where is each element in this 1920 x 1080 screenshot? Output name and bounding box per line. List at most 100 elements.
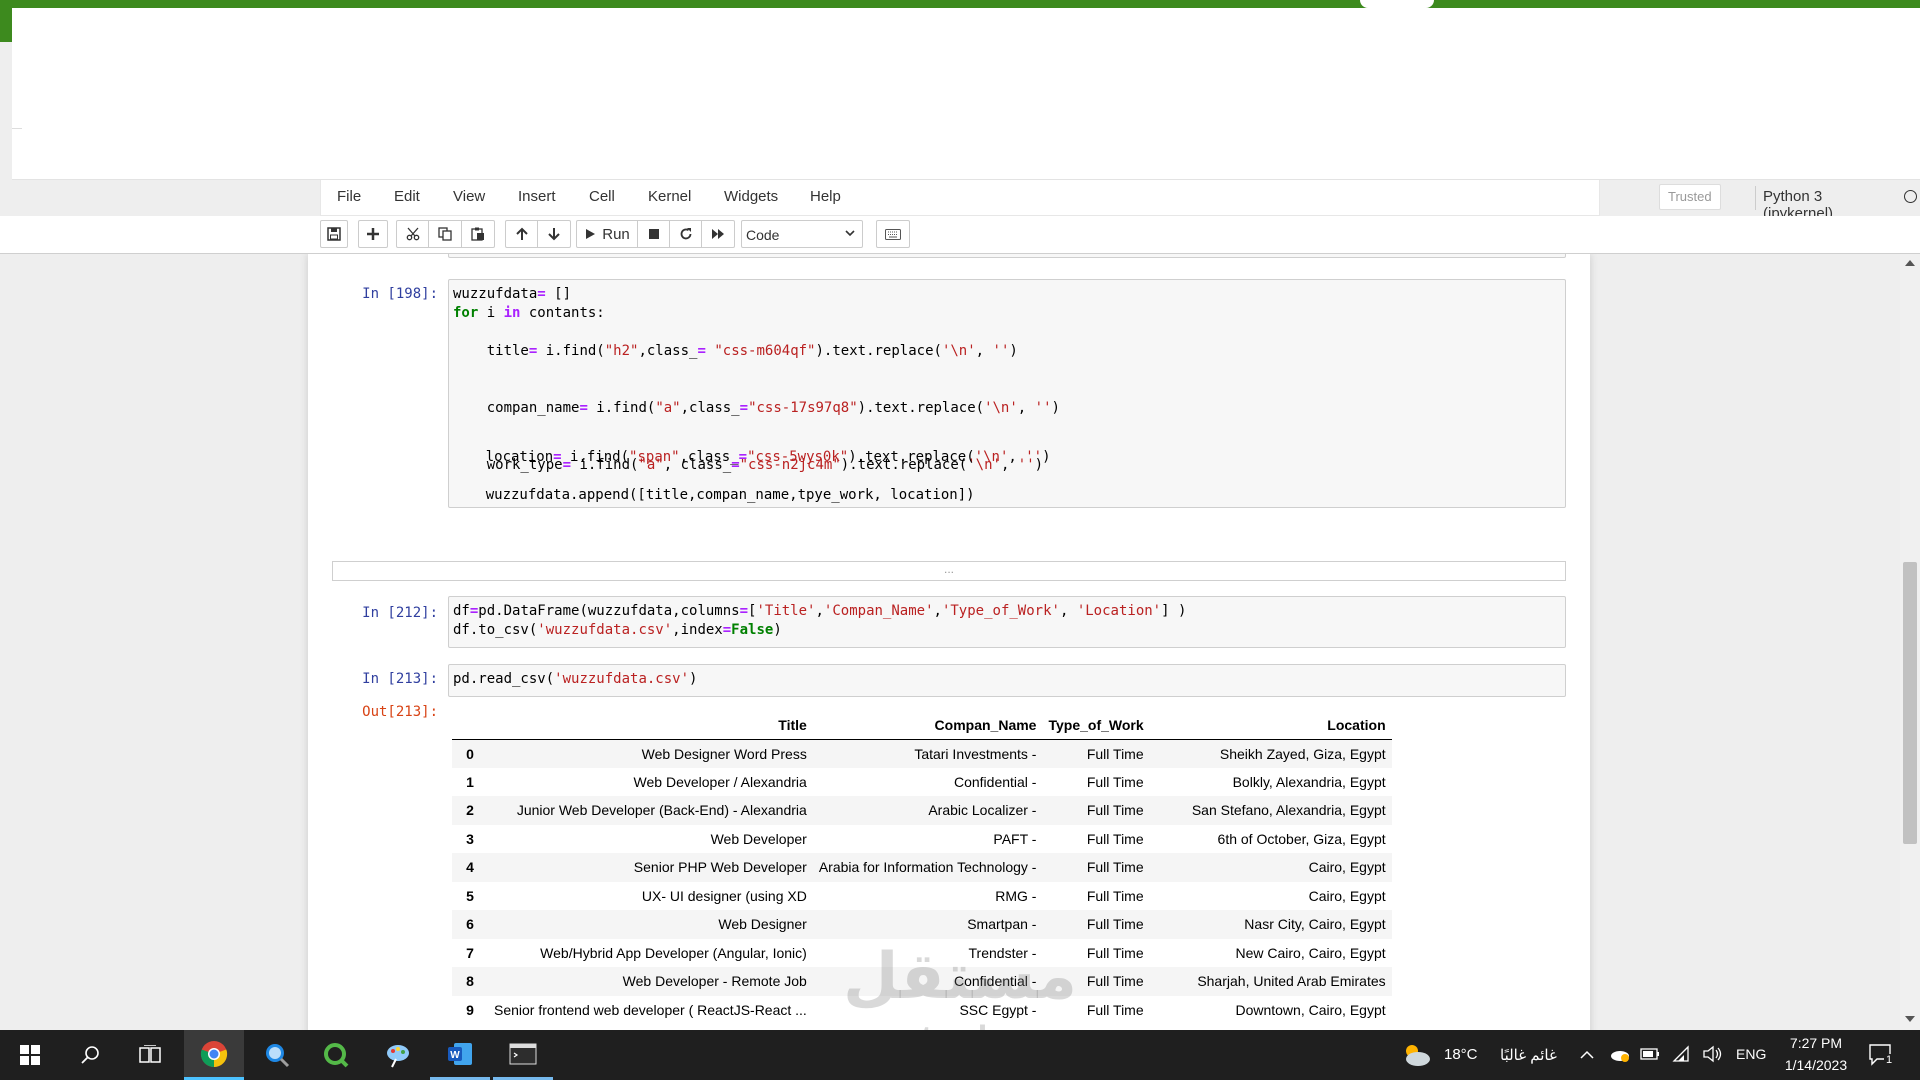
table-row: 1 Web Developer / Alexandria Confidential … — [452, 768, 1392, 797]
clock-date[interactable]: 1/14/2023 — [1778, 1057, 1854, 1073]
chevron-up-icon[interactable] — [1580, 1050, 1594, 1060]
taskbar-magnifier-app[interactable] — [246, 1030, 306, 1080]
table-row: 6 Web Designer Smartpan - Full Time Nasr Cit… — [452, 910, 1392, 939]
previous-cell-input[interactable] — [448, 254, 1566, 258]
wifi-icon[interactable] — [1672, 1045, 1690, 1063]
scroll-up-icon[interactable] — [1905, 260, 1915, 266]
weather-temperature[interactable]: 18°C — [1444, 1046, 1478, 1063]
search-icon — [81, 1046, 99, 1064]
title-cell: UX- UI designer (using XD — [641, 887, 807, 904]
notebook-scroll-area: In [198]: wuzzufdata= [] for i in contan… — [0, 254, 1920, 1030]
row-index: 9 — [466, 1001, 474, 1018]
command-palette-button[interactable] — [876, 220, 910, 248]
weather-description[interactable]: غائم غالبًا — [1500, 1046, 1557, 1064]
menu-help[interactable]: Help — [810, 188, 841, 205]
insert-cell-button[interactable] — [358, 220, 388, 248]
taskbar-search-button[interactable] — [60, 1030, 120, 1080]
menu-view[interactable]: View — [453, 188, 485, 205]
notebook-toolbar: Run Code — [0, 216, 1920, 254]
move-up-button[interactable] — [505, 220, 538, 248]
title-cell: Junior Web Developer (Back-End) - Alexan… — [516, 802, 807, 819]
left-accent — [0, 8, 12, 42]
row-index: 5 — [466, 887, 474, 904]
kernel-separator — [1755, 186, 1756, 210]
code-line: wuzzufdata.append([title,compan_name,tpy… — [452, 487, 975, 503]
menu-edit[interactable]: Edit — [394, 188, 420, 205]
cell-type-value: Code — [746, 227, 780, 243]
location-cell: Cairo, Egypt — [1308, 887, 1386, 904]
word-icon: W — [448, 1042, 472, 1065]
table-row: 5 UX- UI designer (using XD RMG - Full Time… — [452, 882, 1392, 911]
title-cell: Web Designer — [718, 916, 807, 933]
page-scrollbar[interactable] — [1900, 254, 1920, 1030]
cell-198-input-continued: location= i.find("span",class_="css-5wys… — [448, 430, 1566, 508]
start-button[interactable] — [0, 1030, 60, 1080]
row-index: 2 — [466, 802, 474, 819]
run-button[interactable]: Run — [576, 220, 638, 248]
table-row: 8 Web Developer - Remote Job Confidential … — [452, 967, 1392, 996]
restart-button[interactable] — [670, 220, 702, 248]
title-cell: Senior PHP Web Developer — [633, 859, 807, 876]
input-language[interactable]: ENG — [1736, 1046, 1766, 1062]
location-cell: San Stefano, Alexandria, Egypt — [1191, 802, 1386, 819]
cell-198-prompt: In [198]: — [362, 286, 438, 302]
interrupt-button[interactable] — [638, 220, 670, 248]
paste-button[interactable] — [462, 220, 495, 248]
plus-icon — [367, 228, 379, 240]
company-cell: Confidential - — [953, 773, 1037, 790]
code-line: compan_name= i.find("a",class_="css-17s9… — [453, 400, 1060, 416]
notification-count: 1 — [1884, 1054, 1895, 1066]
collapsed-output-bar[interactable]: ... — [332, 561, 1566, 581]
dataframe-body: 0 Web Designer Word Press Tatari Investmen… — [452, 739, 1392, 1024]
cut-button[interactable] — [396, 220, 429, 248]
scroll-thumb[interactable] — [1903, 562, 1917, 844]
battery-icon[interactable] — [1640, 1047, 1660, 1061]
scroll-down-icon[interactable] — [1905, 1016, 1915, 1022]
location-cell: 6th of October, Giza, Egypt — [1217, 830, 1386, 847]
taskbar-terminal[interactable] — [493, 1030, 553, 1080]
location-cell: Bolkly, Alexandria, Egypt — [1232, 773, 1386, 790]
keyboard-icon — [885, 228, 901, 240]
menu-widgets[interactable]: Widgets — [724, 188, 778, 205]
code-line: df=pd.DataFrame(wuzzufdata,columns=['Tit… — [453, 603, 1187, 619]
menu-insert[interactable]: Insert — [518, 188, 556, 205]
trusted-indicator[interactable]: Trusted — [1659, 184, 1721, 210]
onedrive-icon[interactable] — [1610, 1046, 1630, 1062]
move-down-button[interactable] — [538, 220, 571, 248]
cell-212-input[interactable]: df=pd.DataFrame(wuzzufdata,columns=['Tit… — [448, 596, 1566, 648]
restart-run-all-button[interactable] — [702, 220, 735, 248]
title-cell: Web Designer Word Press — [641, 745, 807, 762]
windows-taskbar: W 18°C غائم غالبًا ENG 7:27 PM 1/14/2023… — [0, 1030, 1920, 1080]
taskbar-chrome[interactable] — [184, 1030, 244, 1080]
paint-app-icon — [387, 1045, 409, 1068]
save-button[interactable] — [320, 220, 348, 248]
row-index: 4 — [466, 859, 474, 876]
qlik-icon — [324, 1043, 349, 1068]
cut-icon — [406, 227, 419, 241]
task-view-icon — [139, 1045, 161, 1063]
location-cell: Sharjah, United Arab Emirates — [1197, 973, 1386, 990]
clock-time[interactable]: 7:27 PM — [1785, 1035, 1847, 1051]
notebook-header — [12, 8, 1920, 180]
fast-forward-icon — [712, 229, 724, 239]
company-cell: Arabia for Information Technology - — [818, 859, 1037, 876]
menu-cell[interactable]: Cell — [589, 188, 615, 205]
task-view-button[interactable] — [120, 1030, 180, 1080]
cell-type-select[interactable]: Code — [741, 220, 863, 248]
volume-icon[interactable] — [1702, 1045, 1722, 1063]
taskbar-qlik[interactable] — [306, 1030, 366, 1080]
copy-icon — [438, 227, 452, 241]
table-row: 9 Senior frontend web developer ( ReactJS… — [452, 996, 1392, 1025]
taskbar-word[interactable]: W — [430, 1030, 490, 1080]
browser-top-accent — [0, 0, 1920, 8]
work-type-cell: Full Time — [1086, 973, 1144, 990]
stop-icon — [648, 229, 659, 239]
copy-button[interactable] — [429, 220, 462, 248]
cell-212-prompt: In [212]: — [362, 605, 438, 621]
cell-213-input[interactable]: pd.read_csv('wuzzufdata.csv') — [448, 664, 1566, 697]
menu-file[interactable]: File — [337, 188, 361, 205]
taskbar-paint-app[interactable] — [368, 1030, 428, 1080]
save-icon — [327, 227, 341, 241]
menu-kernel[interactable]: Kernel — [648, 188, 691, 205]
kernel-status-icon — [1904, 190, 1917, 203]
